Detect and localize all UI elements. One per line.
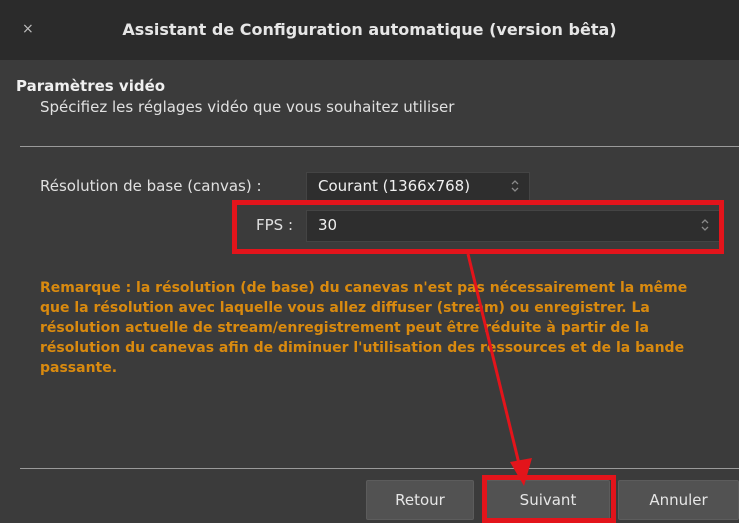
- fps-label: FPS :: [256, 216, 294, 234]
- back-button[interactable]: Retour: [366, 480, 474, 520]
- window-title: Assistant de Configuration automatique (…: [122, 20, 617, 39]
- title-bar: × Assistant de Configuration automatique…: [0, 0, 739, 60]
- updown-chevron-icon: [697, 216, 713, 238]
- divider: [20, 146, 739, 147]
- fps-select[interactable]: 30: [306, 210, 720, 242]
- section-title: Paramètres vidéo: [16, 77, 166, 95]
- updown-chevron-icon: [507, 177, 523, 199]
- divider: [20, 468, 739, 469]
- section-subtitle: Spécifiez les réglages vidéo que vous so…: [40, 98, 455, 116]
- cancel-button[interactable]: Annuler: [618, 480, 739, 520]
- note-text: Remarque : la résolution (de base) du ca…: [40, 280, 688, 376]
- base-resolution-select[interactable]: Courant (1366x768): [306, 172, 530, 202]
- base-resolution-value: Courant (1366x768): [318, 177, 471, 195]
- wizard-content: Paramètres vidéo Spécifiez les réglages …: [0, 60, 739, 523]
- next-button[interactable]: Suivant: [486, 480, 610, 520]
- base-resolution-label: Résolution de base (canvas) :: [40, 177, 262, 195]
- fps-value: 30: [318, 216, 338, 234]
